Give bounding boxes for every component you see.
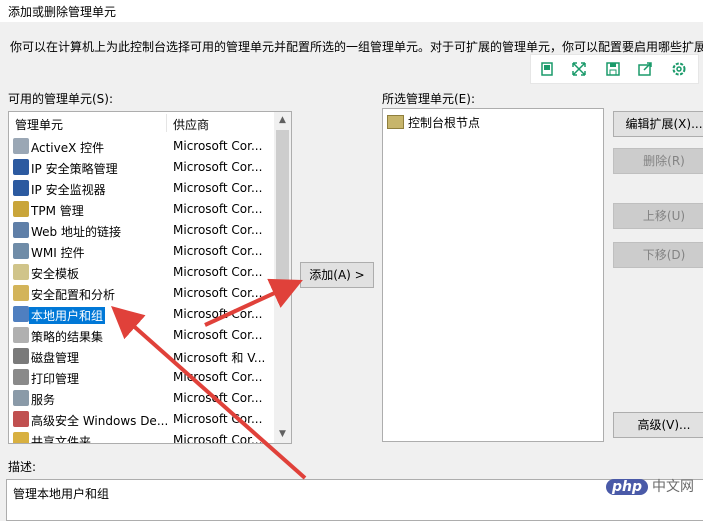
- scroll-thumb[interactable]: [276, 130, 289, 290]
- list-header: 管理单元 供应商: [9, 112, 273, 134]
- toolbar: [530, 54, 699, 84]
- snapin-vendor: Microsoft Cor...: [173, 223, 263, 237]
- snapin-vendor: Microsoft Cor...: [173, 412, 263, 426]
- firewall-icon: [13, 411, 29, 427]
- window-title: 添加或删除管理单元: [8, 5, 117, 19]
- snapin-name: WMI 控件: [31, 246, 85, 260]
- snapin-row[interactable]: 服务 Microsoft Cor...: [9, 388, 273, 409]
- snapin-name: 服务: [31, 393, 56, 407]
- snapin-vendor: Microsoft Cor...: [173, 370, 263, 384]
- snapin-row[interactable]: 共享文件夹 Microsoft Cor...: [9, 430, 273, 444]
- watermark: php 中文网: [606, 476, 694, 496]
- snapin-vendor: Microsoft Cor...: [173, 160, 263, 174]
- snapin-name: TPM 管理: [31, 204, 84, 218]
- snapin-row[interactable]: IP 安全监视器 Microsoft Cor...: [9, 178, 273, 199]
- tree-node-console-root[interactable]: 控制台根节点: [387, 114, 480, 131]
- vertical-scrollbar[interactable]: ▲ ▼: [274, 112, 291, 443]
- column-header-name[interactable]: 管理单元: [15, 116, 63, 133]
- description-text: 管理本地用户和组: [13, 487, 110, 501]
- expand-icon[interactable]: [569, 59, 589, 79]
- snapin-name: Web 地址的链接: [31, 225, 121, 239]
- snapin-row[interactable]: 打印管理 Microsoft Cor...: [9, 367, 273, 388]
- description-box: 管理本地用户和组: [6, 479, 703, 521]
- ip-monitor-icon: [13, 180, 29, 196]
- web-link-icon: [13, 222, 29, 238]
- description-label: 描述:: [8, 460, 37, 474]
- snapin-name: 打印管理: [31, 372, 80, 386]
- snapin-vendor: Microsoft Cor...: [173, 181, 263, 195]
- snapin-name: 策略的结果集: [31, 330, 104, 344]
- snapin-name: ActiveX 控件: [31, 141, 105, 155]
- services-icon: [13, 390, 29, 406]
- selected-snapins-list[interactable]: 控制台根节点: [382, 108, 604, 442]
- snapin-row[interactable]: ActiveX 控件 Microsoft Cor...: [9, 136, 273, 157]
- add-button[interactable]: 添加(A) >: [300, 262, 374, 288]
- move-down-button[interactable]: 下移(D): [613, 242, 703, 268]
- snapin-row[interactable]: IP 安全策略管理 Microsoft Cor...: [9, 157, 273, 178]
- edit-extensions-button[interactable]: 编辑扩展(X)...: [613, 111, 703, 137]
- snapin-vendor: Microsoft Cor...: [173, 202, 263, 216]
- scroll-down-icon[interactable]: ▼: [274, 426, 291, 443]
- remove-button[interactable]: 删除(R): [613, 148, 703, 174]
- wmi-icon: [13, 243, 29, 259]
- snapin-vendor: Microsoft Cor...: [173, 433, 263, 444]
- available-snapins-list[interactable]: 管理单元 供应商 ActiveX 控件 Microsoft Cor... IP 安全…: [8, 111, 292, 444]
- intro-text: 你可以在计算机上为此控制台选择可用的管理单元并配置所选的一组管理单元。对于可扩展…: [10, 40, 703, 54]
- snapin-name: IP 安全策略管理: [31, 162, 118, 176]
- tree-node-label: 控制台根节点: [408, 116, 481, 130]
- advanced-button[interactable]: 高级(V)...: [613, 412, 703, 438]
- ip-policy-icon: [13, 159, 29, 175]
- printer-icon: [13, 369, 29, 385]
- snapin-vendor: Microsoft Cor...: [173, 391, 263, 405]
- snapin-vendor: Microsoft Cor...: [173, 286, 263, 300]
- title-bar: 添加或删除管理单元: [0, 0, 703, 22]
- folder-icon: [387, 115, 404, 129]
- watermark-text: 中文网: [652, 479, 695, 495]
- snapin-name: IP 安全监视器: [31, 183, 106, 197]
- snapin-row[interactable]: WMI 控件 Microsoft Cor...: [9, 241, 273, 262]
- snapin-name: 安全模板: [31, 267, 80, 281]
- snapin-row[interactable]: TPM 管理 Microsoft Cor...: [9, 199, 273, 220]
- security-analysis-icon: [13, 285, 29, 301]
- disk-icon: [13, 348, 29, 364]
- snapin-row[interactable]: 安全配置和分析 Microsoft Cor...: [9, 283, 273, 304]
- settings-icon[interactable]: [669, 59, 689, 79]
- snapin-row[interactable]: 安全模板 Microsoft Cor...: [9, 262, 273, 283]
- tpm-icon: [13, 201, 29, 217]
- column-divider[interactable]: [166, 114, 167, 132]
- snapin-row[interactable]: 磁盘管理 Microsoft 和 V...: [9, 346, 273, 367]
- shared-folder-icon: [13, 432, 29, 443]
- selected-label: 所选管理单元(E):: [382, 92, 475, 106]
- move-up-button[interactable]: 上移(U): [613, 203, 703, 229]
- scroll-up-icon[interactable]: ▲: [274, 112, 291, 129]
- snapin-vendor: Microsoft Cor...: [173, 139, 263, 153]
- snapin-vendor: Microsoft Cor...: [173, 328, 263, 342]
- column-header-vendor[interactable]: 供应商: [173, 116, 209, 133]
- save-icon[interactable]: [603, 59, 623, 79]
- snapin-row[interactable]: Web 地址的链接 Microsoft Cor...: [9, 220, 273, 241]
- snapin-vendor: Microsoft Cor...: [173, 265, 263, 279]
- copy-icon[interactable]: [537, 59, 557, 79]
- snapin-name: 高级安全 Windows De...: [31, 414, 167, 428]
- rsop-icon: [13, 327, 29, 343]
- snapin-row[interactable]: 高级安全 Windows De... Microsoft Cor...: [9, 409, 273, 430]
- snapin-row[interactable]: 策略的结果集 Microsoft Cor...: [9, 325, 273, 346]
- snapin-vendor: Microsoft 和 V...: [173, 351, 266, 365]
- activex-icon: [13, 138, 29, 154]
- security-template-icon: [13, 264, 29, 280]
- php-logo: php: [606, 479, 649, 495]
- snapin-row[interactable]: 本地用户和组 Microsoft Cor...: [9, 304, 273, 325]
- share-icon[interactable]: [635, 59, 655, 79]
- snapin-name: 本地用户和组: [29, 307, 106, 324]
- available-label: 可用的管理单元(S):: [8, 92, 114, 106]
- snapin-name: 共享文件夹: [31, 435, 92, 444]
- snapin-vendor: Microsoft Cor...: [173, 307, 263, 321]
- snapin-name: 磁盘管理: [31, 351, 80, 365]
- users-groups-icon: [13, 306, 29, 322]
- snapin-name: 安全配置和分析: [31, 288, 116, 302]
- snapin-vendor: Microsoft Cor...: [173, 244, 263, 258]
